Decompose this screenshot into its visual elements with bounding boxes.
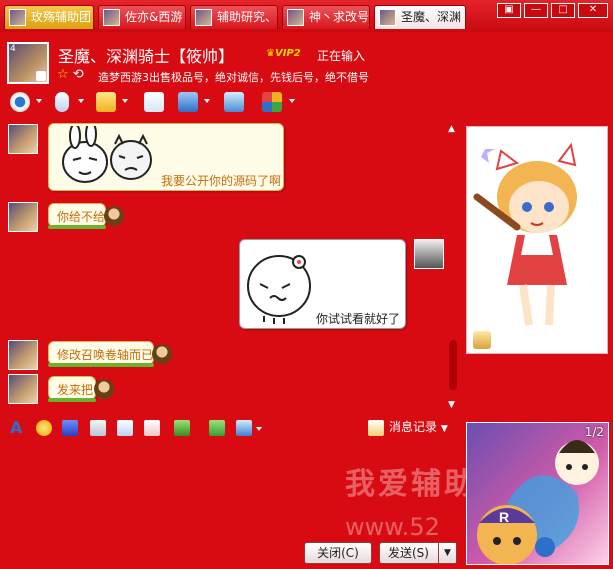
shake-window-icon[interactable] <box>90 420 106 436</box>
screenshot-icon[interactable] <box>236 420 252 436</box>
contact-avatar-icon <box>195 9 212 26</box>
message-text: 修改召唤卷轴而已 <box>57 348 154 362</box>
voice-message-icon[interactable] <box>117 420 133 436</box>
vip-label: VIP2 <box>274 48 301 59</box>
send-options-chevron-icon[interactable]: ▼ <box>438 543 456 563</box>
bubble-grass-decoration <box>48 225 106 229</box>
contact-name[interactable]: 圣魔、深渊骑士【筱帅】 <box>58 43 234 67</box>
chibi-bubble-icon <box>94 379 114 399</box>
minimize-button[interactable]: — <box>524 3 548 18</box>
my-avatar[interactable] <box>414 239 444 269</box>
contact-avatar-icon <box>287 9 304 26</box>
message-bubble[interactable]: 我要公开你的源码了啊 <box>48 123 284 191</box>
scroll-down-arrow[interactable]: ▼ <box>448 400 455 410</box>
chevron-down-icon[interactable] <box>78 99 84 103</box>
send-label: 发送(S) <box>388 546 429 560</box>
watermark-url: www.52 <box>345 513 440 541</box>
message-text: 你给不给 <box>57 210 106 224</box>
emoji-icon[interactable] <box>36 420 52 436</box>
chevron-down-icon[interactable] <box>122 99 128 103</box>
chevron-down-icon[interactable]: ▼ <box>441 424 448 434</box>
message-history-label: 消息记录 <box>389 420 438 434</box>
contact-avatar-icon <box>9 9 26 26</box>
crown-icon: ♛ <box>266 48 275 59</box>
ad-page-indicator: 1/2 <box>584 425 604 439</box>
message-bubble[interactable]: 你给不给 <box>48 203 106 227</box>
chevron-down-icon[interactable] <box>36 99 42 103</box>
chat-history[interactable]: 我要公开你的源码了啊 你给不给 你试试看就好了 修改召唤卷轴而已 发来把 <box>0 120 460 415</box>
chibi-bubble-icon <box>104 206 124 226</box>
close-button[interactable]: 关闭(C) <box>304 542 372 564</box>
bubble-grass-decoration <box>48 398 96 402</box>
message-text: 你试试看就好了 <box>316 312 401 326</box>
chevron-down-icon[interactable] <box>204 99 210 103</box>
watermark-text: 我爱辅助 <box>345 467 477 502</box>
sender-avatar[interactable] <box>8 340 38 370</box>
message-bubble[interactable]: 发来把 <box>48 376 96 400</box>
handwriting-icon[interactable] <box>144 420 160 436</box>
add-app-icon[interactable] <box>144 92 164 112</box>
chevron-down-icon[interactable] <box>289 99 295 103</box>
message-text: 发来把 <box>57 383 94 397</box>
svg-text:R: R <box>499 509 509 525</box>
contact-avatar-icon <box>103 9 120 26</box>
magic-emoji-icon[interactable] <box>62 420 78 436</box>
signature-icons: ☆ ⟲ <box>57 67 84 82</box>
tab-label: 佐亦&西游 <box>125 10 183 24</box>
tab-label: 辅助研究、 <box>217 10 278 24</box>
sender-avatar[interactable] <box>8 124 38 154</box>
tab-chat-2[interactable]: 佐亦&西游 <box>98 5 186 29</box>
chat-scrollbar-thumb[interactable] <box>449 340 457 390</box>
chibi-bubble-icon <box>152 344 172 364</box>
chevron-down-icon[interactable] <box>256 427 262 431</box>
file-transfer-icon[interactable] <box>96 92 116 112</box>
message-bubble-mine[interactable]: 你试试看就好了 <box>239 239 406 329</box>
rabbit-sticker-icon <box>62 126 152 183</box>
menu-button[interactable]: ▣ <box>497 3 521 18</box>
message-bubble[interactable]: 修改召唤卷轴而已 <box>48 341 154 365</box>
ad-banner[interactable]: R 1/2 <box>466 422 609 565</box>
message-text: 我要公开你的源码了啊 <box>161 174 282 188</box>
tab-label: 玫殇辅助团 <box>31 10 92 24</box>
level-label: 4 <box>10 44 16 54</box>
tab-chat-4[interactable]: 神丶求改号 <box>282 5 370 29</box>
thumbs-up-icon[interactable] <box>473 331 491 349</box>
tab-chat-3[interactable]: 辅助研究、 <box>190 5 278 29</box>
typing-status: 正在输入 <box>317 49 366 63</box>
contact-avatar[interactable]: 4 <box>7 42 49 84</box>
apps-grid-icon[interactable] <box>262 92 282 112</box>
message-history-button[interactable]: 消息记录 ▼ <box>367 418 448 435</box>
font-icon[interactable]: A <box>10 420 26 436</box>
sender-avatar[interactable] <box>8 202 38 232</box>
send-image-icon[interactable] <box>174 420 190 436</box>
vip-badge[interactable]: ♛VIP2 <box>266 48 301 59</box>
send-button[interactable]: 发送(S) ▼ <box>379 542 457 564</box>
anime-character-icon <box>473 142 577 326</box>
video-call-icon[interactable] <box>10 92 30 112</box>
scroll-up-arrow[interactable]: ▲ <box>448 124 455 134</box>
tab-chat-5[interactable]: 圣魔、深渊 <box>374 5 466 29</box>
qq-status-icon <box>36 71 46 81</box>
contact-show-panel[interactable] <box>466 126 608 354</box>
bubble-grass-decoration <box>48 363 154 367</box>
star-icon[interactable]: ☆ <box>57 67 69 82</box>
screen-share-icon[interactable] <box>178 92 198 112</box>
tab-bar: 玫殇辅助团 佐亦&西游 辅助研究、 神丶求改号 圣魔、深渊 ▣ — □ ✕ <box>0 0 613 32</box>
maximize-button[interactable]: □ <box>551 3 575 18</box>
microphone-icon[interactable] <box>55 92 69 112</box>
tab-label: 圣魔、深渊 <box>401 10 462 24</box>
game-character-icon: R <box>477 440 599 564</box>
tab-label: 神丶求改号 <box>309 10 370 24</box>
music-icon[interactable] <box>209 420 225 436</box>
contact-avatar-icon <box>379 9 396 26</box>
remote-assist-icon[interactable] <box>224 92 244 112</box>
close-window-button[interactable]: ✕ <box>578 3 608 18</box>
sender-avatar[interactable] <box>8 374 38 404</box>
refresh-icon[interactable]: ⟲ <box>73 67 84 82</box>
contact-signature: 造梦西游3出售极品号，绝对诚信，先钱后号，绝不借号 <box>98 71 369 84</box>
tab-chat-1[interactable]: 玫殇辅助团 <box>4 5 94 29</box>
crying-face-sticker-icon <box>247 255 311 324</box>
